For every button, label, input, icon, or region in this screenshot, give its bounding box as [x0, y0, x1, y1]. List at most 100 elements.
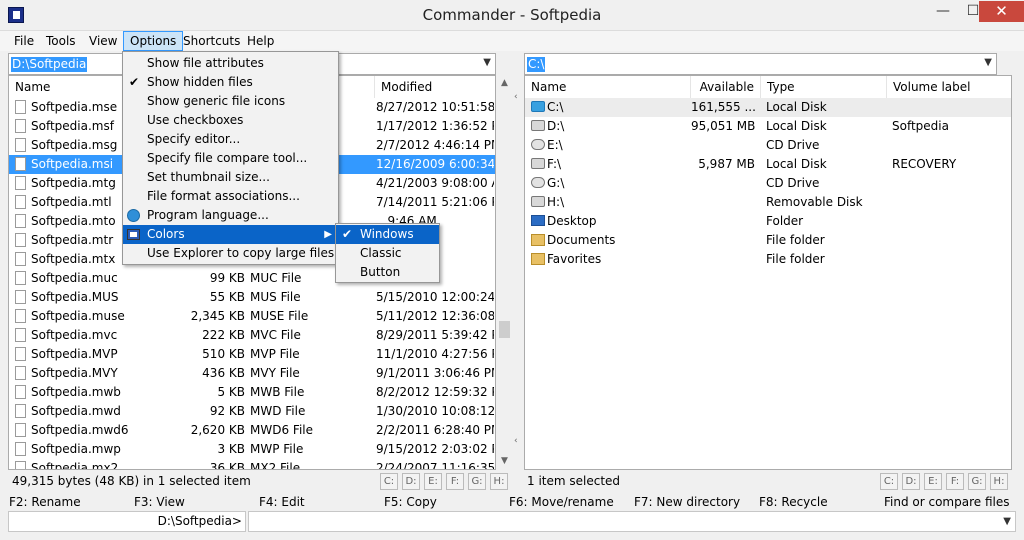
table-row[interactable]: Softpedia.muse 2,345 KB MUSE File 5/11/2012… [9, 307, 495, 326]
file-icon [15, 233, 26, 247]
table-row[interactable]: Softpedia.mwd 92 KB MWD File 1/30/2010 10:0… [9, 402, 495, 421]
table-row[interactable]: Softpedia.mvc 222 KB MVC File 8/29/2011 5:3… [9, 326, 495, 345]
options-menu-item[interactable]: Use checkboxes [123, 111, 338, 130]
options-menu-label: Specify file compare tool... [147, 151, 308, 165]
table-row[interactable]: Desktop Folder [525, 212, 1011, 231]
drive-name: E:\ [547, 138, 563, 152]
table-row[interactable]: Favorites File folder [525, 250, 1011, 269]
colors-menu-item[interactable]: Classic [336, 244, 439, 263]
scroll-down-icon[interactable]: ▼ [496, 453, 513, 470]
file-modified: 2/24/2007 11:16:35 ... [376, 461, 494, 470]
drive-button-d[interactable]: D: [902, 473, 920, 490]
options-menu-item[interactable]: ✔ Show hidden files [123, 73, 338, 92]
table-row[interactable]: G:\ CD Drive [525, 174, 1011, 193]
table-row[interactable]: C:\ 161,555 ... Local Disk [525, 98, 1011, 117]
drive-button-c[interactable]: C: [380, 473, 398, 490]
table-row[interactable]: E:\ CD Drive [525, 136, 1011, 155]
drive-name: Favorites [547, 252, 602, 266]
fkey-rename[interactable]: F2: Rename [9, 494, 81, 510]
drive-available [691, 212, 755, 231]
drive-button-e[interactable]: E: [424, 473, 442, 490]
drive-name: D:\ [547, 119, 565, 133]
file-name: Softpedia.MVP [31, 347, 118, 361]
collapse-left-icon[interactable]: ‹ [514, 92, 518, 102]
close-button[interactable]: ✕ [979, 1, 1024, 22]
drive-button-f[interactable]: F: [446, 473, 464, 490]
table-row[interactable]: Softpedia.mx2 36 KB MX2 File 2/24/2007 11:1… [9, 459, 495, 470]
menu-tools[interactable]: Tools [40, 31, 82, 51]
fkey-copy[interactable]: F5: Copy [384, 494, 437, 510]
chevron-down-icon[interactable]: ▼ [483, 57, 491, 68]
drive-button-h[interactable]: H: [490, 473, 508, 490]
fkey-recycle[interactable]: F8: Recycle [759, 494, 828, 510]
options-menu-item[interactable]: Program language... [123, 206, 338, 225]
file-size: 5 KB [217, 385, 245, 399]
table-row[interactable]: D:\ 95,051 MB Local Disk Softpedia [525, 117, 1011, 136]
right-col-volume-label[interactable]: Volume label [887, 76, 1011, 98]
options-menu-label: Program language... [147, 208, 269, 222]
drive-button-h[interactable]: H: [990, 473, 1008, 490]
drive-label [892, 136, 1010, 155]
right-col-type[interactable]: Type [761, 76, 887, 98]
drive-label [892, 193, 1010, 212]
fkey-move[interactable]: F6: Move/rename [509, 494, 614, 510]
drive-button-f[interactable]: F: [946, 473, 964, 490]
file-icon [15, 442, 26, 456]
menu-options[interactable]: Options [123, 31, 184, 51]
table-row[interactable]: F:\ 5,987 MB Local Disk RECOVERY [525, 155, 1011, 174]
options-menu-item[interactable]: Show generic file icons [123, 92, 338, 111]
fkey-find-compare[interactable]: Find or compare files [884, 494, 1009, 510]
left-col-modified[interactable]: Modified [375, 76, 495, 98]
chevron-down-icon[interactable]: ▼ [984, 57, 992, 68]
fkey-edit[interactable]: F4: Edit [259, 494, 305, 510]
collapse-right-icon[interactable]: ‹ [514, 436, 518, 446]
drive-type: Local Disk [766, 100, 827, 114]
table-row[interactable]: Softpedia.MVY 436 KB MVY File 9/1/2011 3:06… [9, 364, 495, 383]
drive-available: 95,051 MB [691, 119, 755, 133]
options-menu: Show file attributes ✔ Show hidden files Sh… [122, 51, 339, 265]
options-menu-item[interactable]: Specify file compare tool... [123, 149, 338, 168]
right-col-name[interactable]: Name [525, 76, 691, 98]
table-row[interactable]: Softpedia.MUS 55 KB MUS File 5/15/2010 12:0… [9, 288, 495, 307]
table-row[interactable]: Softpedia.mwb 5 KB MWB File 8/2/2012 12:59:… [9, 383, 495, 402]
fkey-view[interactable]: F3: View [134, 494, 185, 510]
options-menu-label: Set thumbnail size... [147, 170, 270, 184]
menu-help[interactable]: Help [241, 31, 280, 51]
colors-menu-item[interactable]: ✔ Windows [336, 225, 439, 244]
options-menu-item[interactable]: Set thumbnail size... [123, 168, 338, 187]
drive-button-g[interactable]: G: [968, 473, 986, 490]
left-scroll-thumb[interactable] [499, 321, 510, 338]
drive-name: F:\ [547, 157, 562, 171]
left-scrollbar[interactable]: ▲ ▼ [496, 75, 513, 470]
menu-shortcuts[interactable]: Shortcuts [177, 31, 246, 51]
table-row[interactable]: Softpedia.mwd6 2,620 KB MWD6 File 2/2/2011 … [9, 421, 495, 440]
drive-button-g[interactable]: G: [468, 473, 486, 490]
fkey-new-directory[interactable]: F7: New directory [634, 494, 740, 510]
scroll-up-icon[interactable]: ▲ [496, 75, 513, 92]
options-menu-item[interactable]: Specify editor... [123, 130, 338, 149]
right-path-box[interactable]: C:\ ▼ [524, 53, 997, 75]
command-input[interactable]: ▼ [248, 511, 1016, 532]
drive-button-e[interactable]: E: [924, 473, 942, 490]
options-menu-item[interactable]: Colors ▶ [123, 225, 338, 244]
options-menu-item[interactable]: Show file attributes [123, 54, 338, 73]
table-row[interactable]: Softpedia.MVP 510 KB MVP File 11/1/2010 4:2… [9, 345, 495, 364]
table-row[interactable]: Softpedia.mwp 3 KB MWP File 9/15/2012 2:03:… [9, 440, 495, 459]
menu-file[interactable]: File [8, 31, 40, 51]
options-menu-item[interactable]: File format associations... [123, 187, 338, 206]
options-menu-label: Show generic file icons [147, 94, 286, 108]
table-row[interactable]: H:\ Removable Disk [525, 193, 1011, 212]
menu-view[interactable]: View [83, 31, 123, 51]
right-col-available[interactable]: Available [691, 76, 761, 98]
chevron-down-icon[interactable]: ▼ [1003, 516, 1011, 527]
file-modified: 2/7/2012 4:46:14 PM [376, 138, 494, 152]
file-icon [15, 347, 26, 361]
options-menu-item[interactable]: Use Explorer to copy large files [123, 244, 338, 263]
right-file-list[interactable]: Name Available Type Volume label C:\ 161,… [524, 75, 1012, 470]
colors-menu-item[interactable]: Button [336, 263, 439, 282]
drive-button-c[interactable]: C: [880, 473, 898, 490]
drive-button-d[interactable]: D: [402, 473, 420, 490]
drive-available: 5,987 MB [698, 157, 755, 171]
table-row[interactable]: Documents File folder [525, 231, 1011, 250]
minimize-button[interactable]: — [928, 1, 958, 22]
